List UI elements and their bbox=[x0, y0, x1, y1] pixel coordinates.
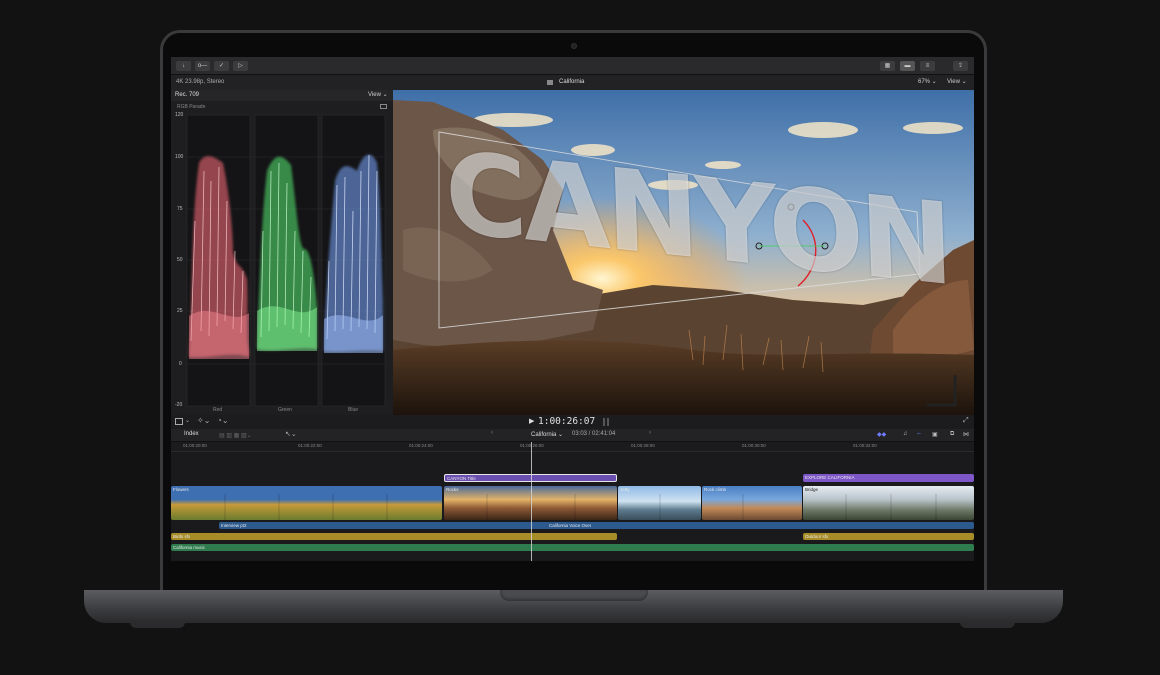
headphones-icon[interactable]: ♫ bbox=[903, 431, 908, 437]
viewer-info-bar: 4K 23.98p, Stereo California 67% ⌄ View … bbox=[171, 75, 974, 90]
enhance-tool-icon[interactable]: ✧⌄ bbox=[197, 416, 210, 425]
index-button[interactable]: Index bbox=[184, 431, 199, 437]
rgb-parade: RGB Parade 120 100 75 50 25 0 -20 Red Gr… bbox=[171, 101, 393, 416]
inspector-toggle-button[interactable]: ≡ bbox=[920, 61, 935, 71]
forward-arrow-icon[interactable]: › bbox=[649, 430, 651, 436]
video-clip-rock-climb[interactable]: Rock climb bbox=[702, 486, 802, 520]
format-label: 4K 23.98p, Stereo bbox=[176, 79, 225, 85]
select-tool-icon[interactable]: ↖⌄ bbox=[285, 430, 297, 438]
scope-header: Rec. 709 View ⌄ bbox=[171, 90, 393, 101]
timeline-toggle-button[interactable]: ▬ bbox=[900, 61, 915, 71]
y-tick-label: 50 bbox=[177, 257, 183, 263]
sfx-clip-birds[interactable]: Birds sfx bbox=[171, 533, 617, 540]
scope-view-dropdown[interactable]: View ⌄ bbox=[368, 90, 388, 101]
play-button[interactable]: ▶ bbox=[529, 417, 534, 425]
ruler-tick: 01:00:20:00 bbox=[183, 443, 207, 448]
y-tick-label: 100 bbox=[175, 154, 184, 160]
film-icon bbox=[547, 80, 553, 85]
music-clip[interactable]: California music bbox=[171, 544, 974, 551]
y-tick-label: 0 bbox=[179, 361, 182, 367]
effects-browser-icon[interactable]: ▣ bbox=[932, 431, 938, 438]
playhead[interactable] bbox=[531, 442, 532, 561]
transform-tool-icon[interactable] bbox=[175, 418, 183, 425]
zoom-level-dropdown[interactable]: 67% ⌄ bbox=[918, 75, 937, 90]
ruler-tick: 01:00:32:00 bbox=[853, 443, 877, 448]
laptop-notch bbox=[500, 590, 648, 601]
transitions-browser-icon[interactable]: ⧉ bbox=[950, 431, 954, 438]
y-tick-label: 120 bbox=[175, 112, 184, 118]
timecode-display[interactable]: 1:00:26:07 bbox=[538, 416, 595, 427]
snapping-icon[interactable]: ⇔ bbox=[916, 431, 922, 437]
title-clip[interactable]: EXPLORE CALIFORNIA bbox=[803, 474, 974, 482]
ruler-tick: 01:00:22:00 bbox=[298, 443, 322, 448]
colorspace-label: Rec. 709 bbox=[175, 92, 200, 98]
share-button[interactable]: ⇪ bbox=[953, 61, 968, 71]
timeline-project-dropdown[interactable]: California ⌄ bbox=[531, 431, 563, 438]
clip-appearance-icon[interactable]: ◆◆ bbox=[877, 431, 886, 438]
parade-graph bbox=[186, 114, 386, 407]
channel-label-green: Green bbox=[278, 407, 292, 413]
viewer-view-dropdown[interactable]: View ⌄ bbox=[947, 75, 967, 90]
channel-label-blue: Blue bbox=[348, 407, 359, 413]
laptop-foot-right bbox=[960, 622, 1015, 628]
timeline-duration: 03:03 / 02:41:04 bbox=[572, 431, 616, 437]
top-toolbar: ↓ o— ✓ ▷ ▦ ▬ ≡ ⇪ bbox=[171, 57, 974, 75]
browser-toggle-button[interactable]: ▦ bbox=[880, 61, 895, 71]
laptop-foot-left bbox=[130, 622, 185, 628]
y-tick-label: 75 bbox=[177, 206, 183, 212]
timeline-ruler[interactable]: 01:00:20:00 01:00:22:00 01:00:24:00 01:0… bbox=[171, 442, 974, 452]
edit-buttons[interactable]: ▤ ▥ ▦ ▧⌄ bbox=[219, 432, 279, 439]
video-clip-bridge[interactable]: Bridge bbox=[803, 486, 974, 520]
import-button[interactable]: ↓ bbox=[176, 61, 191, 71]
video-viewer[interactable]: CANYON bbox=[393, 90, 974, 415]
background-tasks-button[interactable]: ✓ bbox=[214, 61, 229, 71]
video-clip-jetty[interactable]: Jetty bbox=[618, 486, 701, 520]
camera-icon bbox=[571, 43, 577, 49]
video-clip-flowers[interactable]: Flowers bbox=[171, 486, 442, 520]
audio-clip-voice-over[interactable]: California Voice Over bbox=[547, 522, 974, 529]
ruler-tick: 01:00:30:00 bbox=[742, 443, 766, 448]
audio-meter-icon bbox=[607, 418, 609, 426]
channel-label-red: Red bbox=[213, 407, 223, 413]
y-tick-label: -20 bbox=[175, 402, 183, 408]
y-tick-label: 25 bbox=[177, 308, 183, 314]
app-screen: ↓ o— ✓ ▷ ▦ ▬ ≡ ⇪ 4K 23.98p, Stereo Calif… bbox=[171, 57, 974, 561]
transport-bar: ⌄ ✧⌄ ◔⌄ ▶ 1:00:26:07 ⤢ bbox=[171, 415, 974, 429]
keyword-button[interactable]: o— bbox=[195, 61, 210, 71]
library-button[interactable]: ▷ bbox=[233, 61, 248, 71]
sfx-clip-outdoor[interactable]: Outdoor sfx bbox=[803, 533, 974, 540]
timeline-header: Index ▤ ▥ ▦ ▧⌄ ↖⌄ ‹ California ⌄ 03:03 /… bbox=[171, 429, 974, 442]
ruler-tick: 01:00:24:00 bbox=[409, 443, 433, 448]
video-scopes-panel: Rec. 709 View ⌄ RGB Parade 120 100 75 50… bbox=[171, 90, 393, 416]
back-arrow-icon[interactable]: ‹ bbox=[491, 430, 493, 436]
audio-meter-icon bbox=[603, 418, 605, 426]
timeline-zoom-icon[interactable]: ⋈ bbox=[963, 431, 969, 438]
fullscreen-icon[interactable]: ⤢ bbox=[963, 417, 969, 425]
ruler-tick: 01:00:28:00 bbox=[631, 443, 655, 448]
retime-tool-icon[interactable]: ◔⌄ bbox=[217, 416, 229, 425]
chevron-down-icon[interactable]: ⌄ bbox=[185, 417, 190, 424]
project-title: California bbox=[559, 79, 585, 85]
timeline-tracks[interactable]: CANYON Title EXPLORE CALIFORNIA Flowers … bbox=[171, 442, 974, 561]
